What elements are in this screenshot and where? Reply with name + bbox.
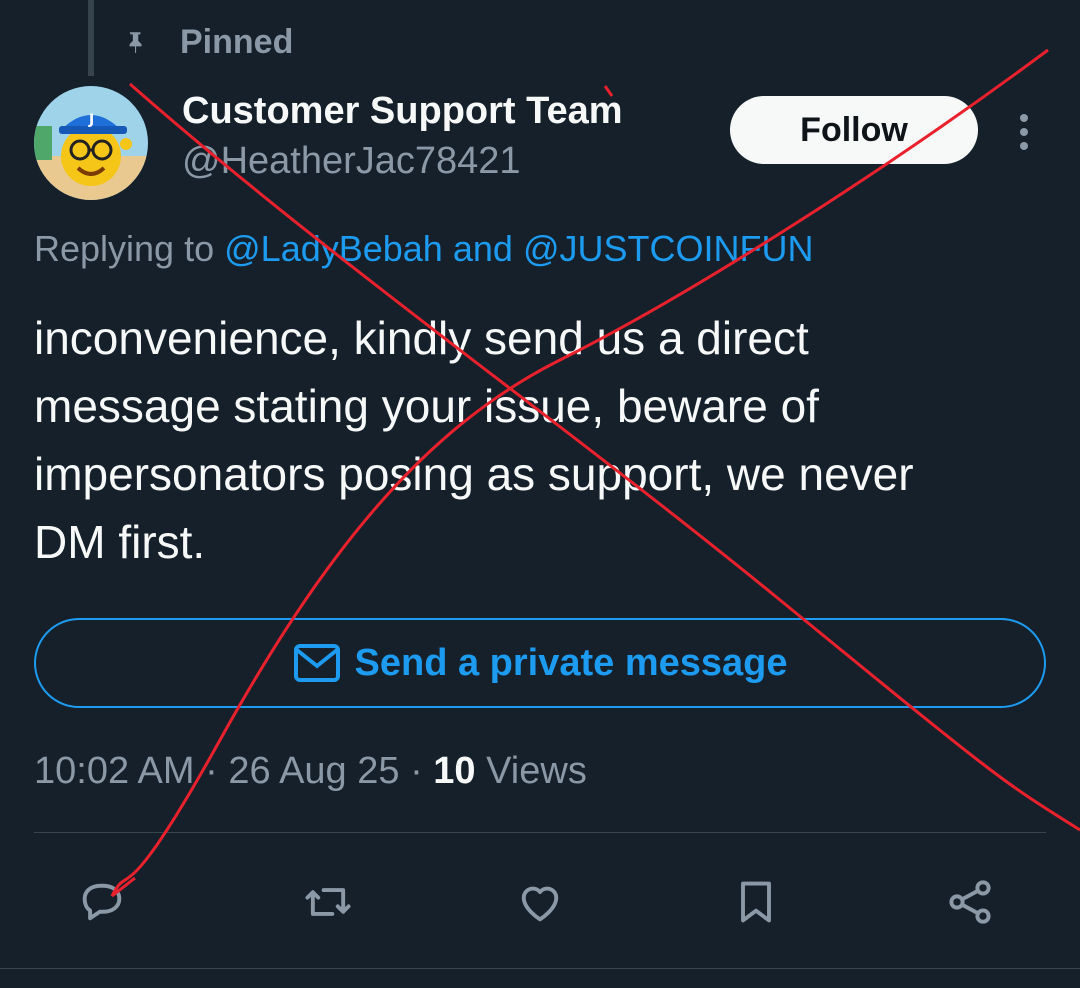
tweet-line: inconvenience, kindly send us a direct xyxy=(34,312,809,364)
avatar[interactable]: J xyxy=(34,86,148,200)
replying-prefix: Replying to xyxy=(34,228,215,269)
tweet-metadata: 10:02 AM · 26 Aug 25 · 10 Views xyxy=(34,750,587,793)
replying-conjunction: and xyxy=(452,228,513,269)
tweet-time[interactable]: 10:02 AM xyxy=(34,750,195,792)
tweet-line: impersonators posing as support, we neve… xyxy=(34,448,914,500)
author-name[interactable]: Customer Support Team xyxy=(182,90,623,133)
send-private-message-label: Send a private message xyxy=(354,641,788,684)
share-icon xyxy=(949,880,991,924)
divider xyxy=(0,968,1080,969)
reply-icon xyxy=(82,883,122,921)
avatar-badge-letter: J xyxy=(88,112,94,128)
pinned-indicator: Pinned xyxy=(122,22,293,62)
author-handle[interactable]: @HeatherJac78421 xyxy=(182,140,521,183)
like-button[interactable] xyxy=(510,872,570,932)
thread-connector-line xyxy=(88,0,94,76)
views-label: Views xyxy=(486,750,587,792)
pinned-label: Pinned xyxy=(180,22,294,61)
mention-user2[interactable]: @JUSTCOINFUN xyxy=(523,228,814,269)
mail-icon xyxy=(293,644,340,682)
follow-button[interactable]: Follow xyxy=(730,96,978,164)
views-count: 10 xyxy=(433,750,476,792)
more-options-icon[interactable] xyxy=(1004,110,1044,154)
tweet-date[interactable]: 26 Aug 25 xyxy=(228,750,399,792)
meta-separator: · xyxy=(410,750,423,792)
replying-to: Replying to @LadyBebah and @JUSTCOINFUN xyxy=(34,228,813,270)
bookmark-button[interactable] xyxy=(726,872,786,932)
share-button[interactable] xyxy=(940,872,1000,932)
tweet-text: inconvenience, kindly send us a direct m… xyxy=(34,304,1064,576)
tweet-line: message stating your issue, beware of xyxy=(34,380,819,432)
bookmark-icon xyxy=(741,881,771,923)
like-icon xyxy=(521,886,559,922)
tweet-line: DM first. xyxy=(34,516,206,568)
retweet-icon xyxy=(305,888,351,916)
meta-separator: · xyxy=(205,750,218,792)
retweet-button[interactable] xyxy=(298,872,358,932)
pin-icon xyxy=(129,32,142,53)
reply-button[interactable] xyxy=(72,872,132,932)
divider xyxy=(34,832,1046,833)
send-private-message-button[interactable]: Send a private message xyxy=(34,618,1046,708)
mention-user1[interactable]: @LadyBebah xyxy=(224,228,443,269)
